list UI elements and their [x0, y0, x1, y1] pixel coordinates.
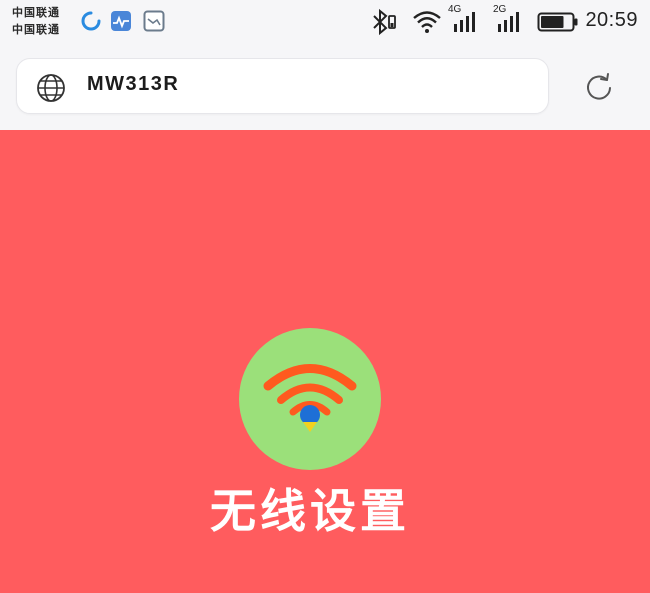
- browser-toolbar: MW313R: [0, 48, 650, 130]
- wireless-settings-badge[interactable]: [239, 328, 381, 470]
- health-app-icon: [111, 11, 131, 31]
- wifi-icon: [263, 364, 357, 432]
- globe-icon: [37, 74, 65, 102]
- address-bar[interactable]: MW313R: [16, 58, 549, 114]
- page-content: 无线设置: [0, 130, 650, 593]
- status-bar: 中国联通 中国联通 4G 2G 20:59: [0, 0, 650, 48]
- carrier-name-2: 中国联通: [12, 23, 60, 36]
- carrier-name-1: 中国联通: [12, 6, 60, 19]
- reload-icon[interactable]: [582, 70, 616, 104]
- wifi-signal-icon: [413, 11, 441, 33]
- loading-icon: [81, 11, 101, 31]
- image-app-icon: [143, 10, 165, 32]
- carrier-block: 中国联通 中国联通: [12, 4, 60, 38]
- clock: 20:59: [585, 9, 638, 31]
- url-text[interactable]: MW313R: [87, 73, 179, 96]
- page-title: 无线设置: [210, 484, 410, 538]
- cell-signal-icon: [454, 12, 475, 32]
- battery-icon: [537, 12, 578, 32]
- bluetooth-icon: [373, 8, 396, 36]
- cell-signal-icon-2: [498, 12, 519, 32]
